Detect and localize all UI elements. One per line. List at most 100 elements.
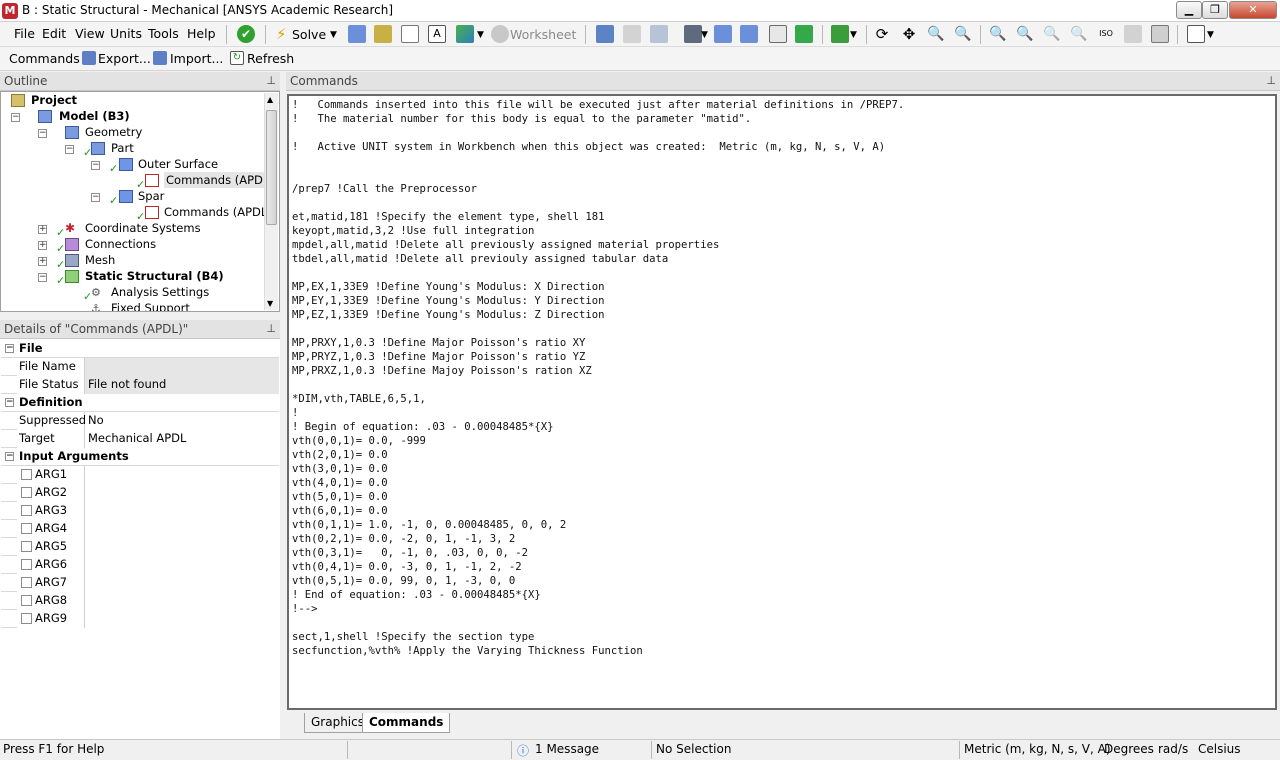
extend-dropdown-icon[interactable]: ▼: [850, 30, 857, 40]
cursor-icon[interactable]: [684, 25, 702, 43]
magnifier-icon[interactable]: 🔍: [1043, 25, 1061, 43]
details-row-file-status[interactable]: File Status File not found: [1, 376, 279, 394]
image-icon[interactable]: [456, 25, 474, 43]
details-row-arg[interactable]: ARG7: [1, 574, 279, 592]
arg-checkbox[interactable]: [21, 469, 32, 480]
tree-item-static-structural[interactable]: Static Structural (B4): [85, 268, 224, 284]
menu-tools[interactable]: Tools: [148, 26, 179, 41]
status-temperature-units[interactable]: Celsius: [1198, 742, 1241, 756]
minimize-button[interactable]: ▁: [1176, 1, 1202, 19]
zoom-in-icon[interactable]: 🔍: [954, 25, 972, 43]
pin-icon[interactable]: ⊥: [266, 72, 276, 90]
arg-value[interactable]: [85, 502, 279, 520]
arg-checkbox[interactable]: [21, 559, 32, 570]
details-row-arg[interactable]: ARG9: [1, 610, 279, 628]
new-section-icon[interactable]: [401, 25, 419, 43]
select-edge-icon[interactable]: [740, 25, 758, 43]
worksheet-button[interactable]: Worksheet: [510, 27, 576, 42]
tree-item-outer-surface[interactable]: Outer Surface: [138, 156, 218, 172]
arg-checkbox[interactable]: [21, 577, 32, 588]
tree-item-geometry[interactable]: Geometry: [85, 124, 142, 140]
image-dropdown-icon[interactable]: ▼: [477, 30, 484, 40]
tab-graphics[interactable]: Graphics: [304, 713, 371, 733]
annotation-icon[interactable]: A: [428, 25, 446, 43]
close-window-button[interactable]: ✕: [1229, 1, 1277, 19]
layout-icon[interactable]: [1187, 25, 1205, 43]
tree-item-model[interactable]: Model (B3): [59, 108, 130, 124]
commands-editor[interactable]: ! Commands inserted into this file will …: [287, 94, 1277, 710]
details-row-arg[interactable]: ARG8: [1, 592, 279, 610]
expand-icon[interactable]: +: [38, 241, 47, 250]
commands-toolbar-label[interactable]: Commands: [9, 51, 80, 66]
details-row-target[interactable]: Target Mechanical APDL: [1, 430, 279, 448]
pin-icon[interactable]: ⊥: [1266, 72, 1276, 90]
scroll-up-icon[interactable]: ▲: [267, 95, 273, 104]
details-row-arg[interactable]: ARG5: [1, 538, 279, 556]
tree-item-spar[interactable]: Spar: [138, 188, 164, 204]
iso-view-icon[interactable]: ISO: [1097, 25, 1115, 43]
status-messages[interactable]: 1 Message: [535, 742, 599, 756]
pan-icon[interactable]: ✥: [900, 25, 918, 43]
select-mode-icon[interactable]: [596, 25, 614, 43]
import-button[interactable]: Import...: [170, 51, 223, 66]
details-group-input-arguments[interactable]: − Input Arguments: [1, 448, 279, 466]
tab-commands[interactable]: Commands: [362, 713, 451, 733]
commands-text[interactable]: ! Commands inserted into this file will …: [292, 98, 904, 658]
status-rotation-units[interactable]: rad/s: [1158, 742, 1188, 756]
arg-checkbox[interactable]: [21, 541, 32, 552]
details-row-arg[interactable]: ARG4: [1, 520, 279, 538]
zoom-icon[interactable]: 🔍: [927, 25, 945, 43]
file-name-value[interactable]: [85, 358, 279, 376]
pan-disabled-icon[interactable]: [623, 25, 641, 43]
tree-item-analysis-settings[interactable]: Analysis Settings: [111, 284, 209, 300]
zoom-fit-icon[interactable]: 🔍: [989, 25, 1007, 43]
details-row-file-name[interactable]: File Name: [1, 358, 279, 376]
new-analysis-icon[interactable]: [348, 25, 366, 43]
tree-item-part[interactable]: Part: [111, 140, 134, 156]
expand-icon[interactable]: +: [38, 257, 47, 266]
select-face-icon[interactable]: [769, 25, 787, 43]
arg-checkbox[interactable]: [21, 595, 32, 606]
menu-help[interactable]: Help: [187, 26, 216, 41]
collapse-icon[interactable]: −: [11, 113, 20, 122]
export-button[interactable]: Export...: [98, 51, 151, 66]
arg-value[interactable]: [85, 466, 279, 484]
menu-file[interactable]: File: [14, 26, 35, 41]
details-row-suppressed[interactable]: Suppressed No: [1, 412, 279, 430]
cursor-dropdown-icon[interactable]: ▼: [701, 30, 708, 40]
rotate-icon[interactable]: ⟳: [873, 25, 891, 43]
arg-value[interactable]: [85, 610, 279, 628]
collapse-icon[interactable]: −: [5, 398, 14, 407]
target-value[interactable]: Mechanical APDL: [85, 430, 279, 448]
arg-checkbox[interactable]: [21, 613, 32, 624]
solve-dropdown-icon[interactable]: ▼: [330, 30, 337, 40]
layout-dropdown-icon[interactable]: ▼: [1207, 30, 1214, 40]
details-group-definition[interactable]: − Definition: [1, 394, 279, 412]
tree-item-commands-outer[interactable]: Commands (APDL): [164, 172, 276, 188]
tree-item-commands-spar[interactable]: Commands (APDL): [164, 204, 272, 220]
zoom-out-icon[interactable]: 🔍: [1070, 25, 1088, 43]
arg-value[interactable]: [85, 484, 279, 502]
expand-icon[interactable]: +: [38, 225, 47, 234]
select-vertex-icon[interactable]: [714, 25, 732, 43]
menu-units[interactable]: Units: [110, 26, 142, 41]
tree-item-mesh[interactable]: Mesh: [85, 252, 115, 268]
pin-icon[interactable]: ⊥: [266, 320, 276, 338]
arg-checkbox[interactable]: [21, 523, 32, 534]
maximize-button[interactable]: ❐: [1202, 1, 1228, 19]
arg-value[interactable]: [85, 574, 279, 592]
details-row-arg[interactable]: ARG1: [1, 466, 279, 484]
status-units[interactable]: Metric (m, kg, N, s, V, A): [964, 742, 1111, 756]
menu-edit[interactable]: Edit: [42, 26, 66, 41]
collapse-icon[interactable]: −: [5, 344, 14, 353]
box-zoom-icon[interactable]: 🔍: [1016, 25, 1034, 43]
arg-value[interactable]: [85, 538, 279, 556]
outline-scroll-thumb[interactable]: [266, 110, 277, 225]
collapse-icon[interactable]: −: [38, 129, 47, 138]
solve-button[interactable]: Solve: [292, 27, 326, 42]
collapse-icon[interactable]: −: [38, 273, 47, 282]
arg-value[interactable]: [85, 556, 279, 574]
arg-checkbox[interactable]: [21, 505, 32, 516]
details-group-file[interactable]: − File: [1, 340, 279, 358]
scroll-down-icon[interactable]: ▼: [267, 299, 273, 308]
